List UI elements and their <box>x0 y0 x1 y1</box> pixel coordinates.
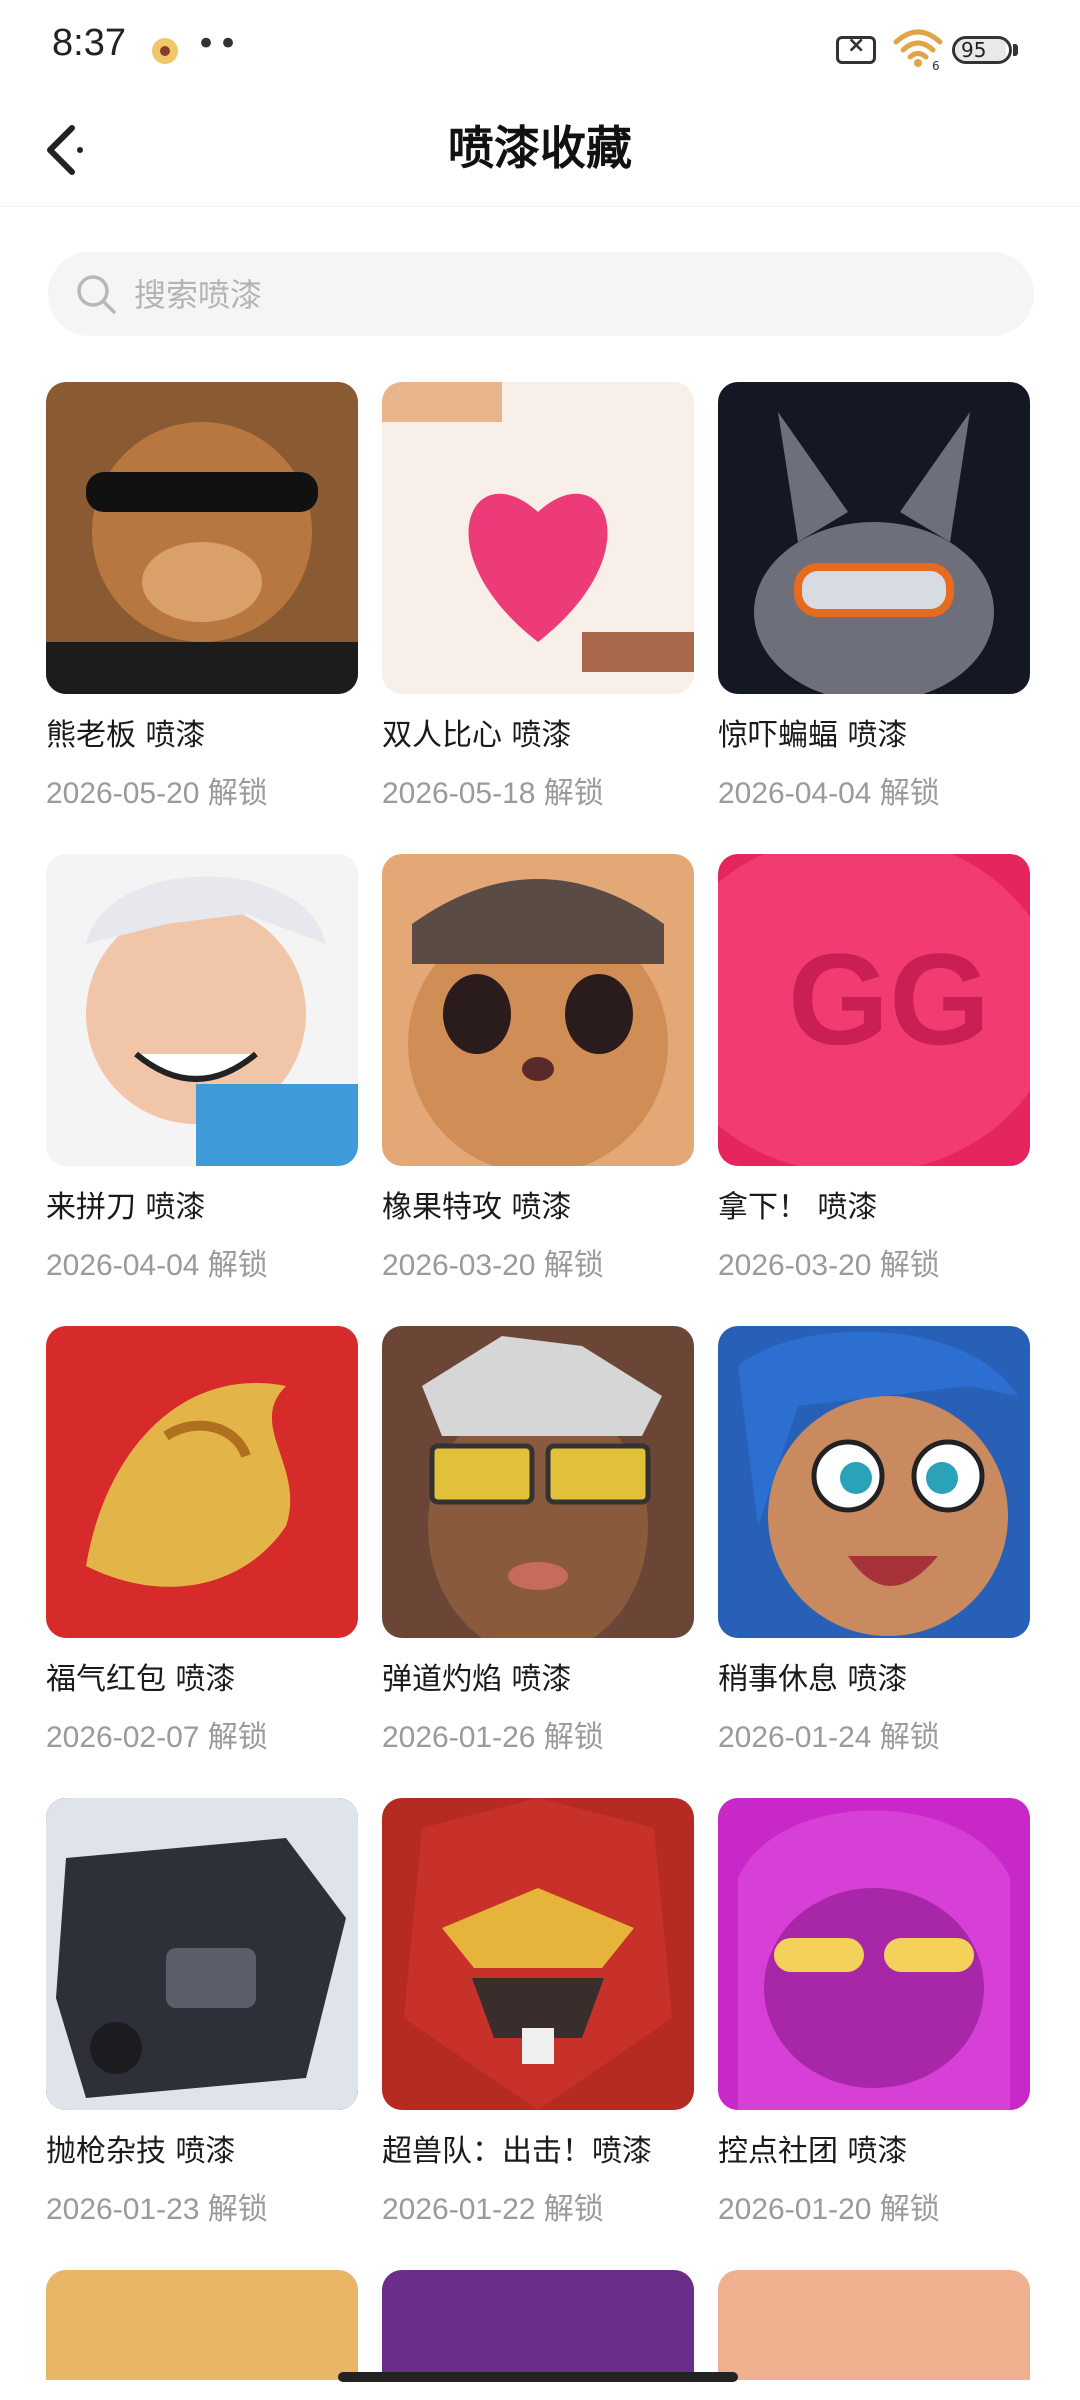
notification-app-icon <box>152 38 178 64</box>
spray-image[interactable] <box>46 2270 358 2380</box>
spray-image[interactable] <box>46 854 358 1166</box>
spray-card[interactable]: 来拼刀 喷漆 2026-04-04 解锁 <box>46 854 358 1284</box>
svg-text:GG: GG <box>788 926 990 1072</box>
spray-image[interactable] <box>382 2270 694 2380</box>
spray-name: 弹道灼焰 喷漆 <box>382 1662 572 1697</box>
spray-image[interactable] <box>46 1798 358 2110</box>
spray-name: 双人比心 喷漆 <box>382 718 572 753</box>
spray-card[interactable]: 超兽队：出击！喷漆 2026-01-22 解锁 <box>382 1798 694 2228</box>
search-icon <box>77 275 116 314</box>
spray-card[interactable]: 双人比心 喷漆 2026-05-18 解锁 <box>382 382 694 812</box>
spray-image[interactable] <box>382 1798 694 2110</box>
spray-unlock-date: 2026-01-26 解锁 <box>382 1721 604 1754</box>
spray-name: 来拼刀 喷漆 <box>46 1190 206 1225</box>
battery-icon: 95 <box>952 36 1012 64</box>
spray-card[interactable] <box>46 2270 358 2380</box>
status-bar: 8:37 •• × 6 95 <box>0 0 1080 96</box>
spray-image[interactable] <box>718 1798 1030 2110</box>
spray-card[interactable]: 橡果特攻 喷漆 2026-03-20 解锁 <box>382 854 694 1284</box>
sim-card-x-icon: × <box>836 33 876 64</box>
signal-label: 6 <box>932 59 940 70</box>
spray-name: 福气红包 喷漆 <box>46 1662 236 1697</box>
spray-card[interactable]: GG 拿下！ 喷漆 2026-03-20 解锁 <box>718 854 1030 1284</box>
spray-card[interactable]: 抛枪杂技 喷漆 2026-01-23 解锁 <box>46 1798 358 2228</box>
more-notifications-icon: •• <box>196 24 241 64</box>
spray-card[interactable]: 惊吓蝙蝠 喷漆 2026-04-04 解锁 <box>718 382 1030 812</box>
spray-name: 拿下！ 喷漆 <box>718 1190 878 1225</box>
spray-image[interactable] <box>718 2270 1030 2380</box>
spray-name: 熊老板 喷漆 <box>46 718 206 753</box>
spray-card[interactable] <box>718 2270 1030 2380</box>
spray-image[interactable] <box>382 854 694 1166</box>
spray-image[interactable] <box>718 382 1030 694</box>
spray-unlock-date: 2026-01-22 解锁 <box>382 2193 604 2226</box>
spray-card[interactable]: 福气红包 喷漆 2026-02-07 解锁 <box>46 1326 358 1756</box>
search-bar[interactable] <box>48 252 1034 338</box>
spray-card[interactable]: 弹道灼焰 喷漆 2026-01-26 解锁 <box>382 1326 694 1756</box>
spray-unlock-date: 2026-04-04 解锁 <box>718 777 940 810</box>
spray-unlock-date: 2026-01-24 解锁 <box>718 1721 940 1754</box>
spray-name: 惊吓蝙蝠 喷漆 <box>718 718 908 753</box>
spray-image[interactable]: GG <box>718 854 1030 1166</box>
spray-card[interactable]: 熊老板 喷漆 2026-05-20 解锁 <box>46 382 358 812</box>
spray-unlock-date: 2026-04-04 解锁 <box>46 1249 268 1282</box>
spray-name: 控点社团 喷漆 <box>718 2134 908 2169</box>
spray-image[interactable] <box>46 382 358 694</box>
page-title: 喷漆收藏 <box>448 121 632 175</box>
spray-card[interactable] <box>382 2270 694 2380</box>
status-time: 8:37 <box>52 22 126 64</box>
spray-unlock-date: 2026-05-18 解锁 <box>382 777 604 810</box>
spray-image[interactable] <box>46 1326 358 1638</box>
spray-unlock-date: 2026-03-20 解锁 <box>382 1249 604 1282</box>
search-input[interactable] <box>132 252 996 338</box>
spray-image[interactable] <box>382 1326 694 1638</box>
spray-image[interactable] <box>382 382 694 694</box>
spray-name: 橡果特攻 喷漆 <box>382 1190 572 1225</box>
home-indicator[interactable] <box>338 2372 738 2382</box>
spray-name: 抛枪杂技 喷漆 <box>46 2134 236 2169</box>
spray-image[interactable] <box>718 1326 1030 1638</box>
spray-card[interactable]: 控点社团 喷漆 2026-01-20 解锁 <box>718 1798 1030 2228</box>
spray-name: 稍事休息 喷漆 <box>718 1662 908 1697</box>
spray-name: 超兽队：出击！喷漆 <box>382 2134 652 2169</box>
spray-unlock-date: 2026-01-23 解锁 <box>46 2193 268 2226</box>
battery-percent: 95 <box>961 38 987 62</box>
spray-unlock-date: 2026-01-20 解锁 <box>718 2193 940 2226</box>
wifi-icon: 6 <box>893 29 943 70</box>
spray-card[interactable]: 稍事休息 喷漆 2026-01-24 解锁 <box>718 1326 1030 1756</box>
spray-unlock-date: 2026-05-20 解锁 <box>46 777 268 810</box>
battery-tip <box>1013 44 1018 56</box>
spray-unlock-date: 2026-02-07 解锁 <box>46 1721 268 1754</box>
header: 喷漆收藏 <box>0 96 1080 207</box>
spray-unlock-date: 2026-03-20 解锁 <box>718 1249 940 1282</box>
